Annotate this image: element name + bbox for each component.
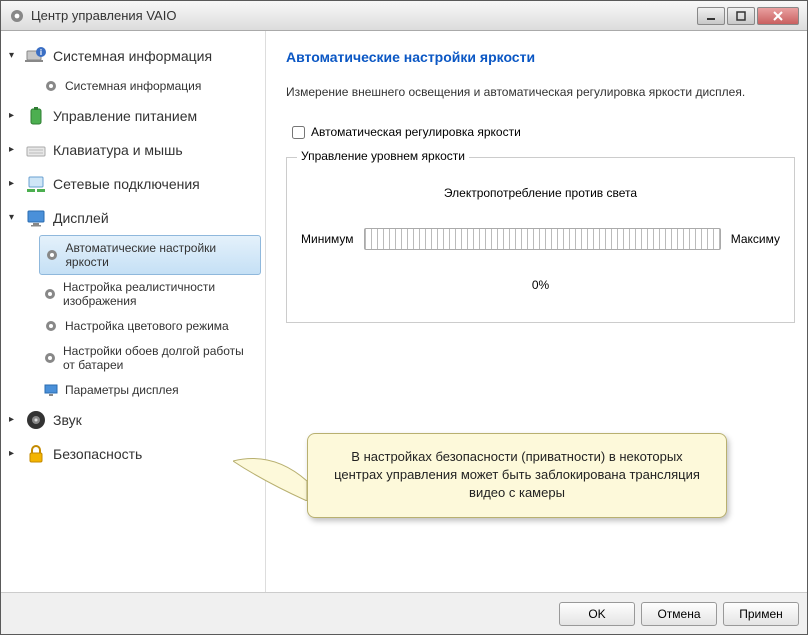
brightness-slider-row: Минимум Максиму [301,228,780,250]
sidebar-subitem-display-params[interactable]: Параметры дисплея [35,377,265,403]
arrow-right-icon: ▸ [9,414,21,426]
sidebar-item-label: Системная информация [65,79,201,93]
sidebar-item-label: Настройка цветового режима [65,319,229,333]
arrow-down-icon: ▾ [9,212,21,224]
slider-max-label: Максиму [731,232,780,246]
minimize-button[interactable] [697,7,725,25]
auto-brightness-checkbox[interactable] [292,126,305,139]
brightness-fieldset: Управление уровнем яркости Электропотреб… [286,157,795,323]
sidebar-item-network[interactable]: ▸ Сетевые подключения [1,167,265,201]
network-icon [25,173,47,195]
gear-icon [43,350,57,366]
speaker-icon [25,409,47,431]
gear-icon [43,318,59,334]
page-heading: Автоматические настройки яркости [286,49,795,65]
dialog-footer: OK Отмена Примен [1,592,807,634]
svg-text:i: i [40,48,42,57]
sidebar-item-label: Звук [53,412,82,428]
apply-button[interactable]: Примен [723,602,799,626]
sidebar-subitem-image-realism[interactable]: Настройка реалистичности изображения [35,275,265,313]
sidebar-subitem-color-mode[interactable]: Настройка цветового режима [35,313,265,339]
arrow-right-icon: ▸ [9,144,21,156]
sidebar-item-label: Управление питанием [53,108,197,124]
sidebar-subitem-wallpaper-battery[interactable]: Настройки обоев долгой работы от батареи [35,339,265,377]
sidebar-subitem-system-info[interactable]: Системная информация [35,73,265,99]
gear-icon [44,247,59,263]
window-title: Центр управления VAIO [31,8,697,23]
window: Центр управления VAIO ▾ i Системная инфо… [0,0,808,635]
laptop-info-icon: i [25,45,47,67]
gear-icon [43,78,59,94]
slider-min-label: Минимум [301,232,354,246]
callout-text: В настройках безопасности (приватности) … [334,449,700,500]
titlebar: Центр управления VAIO [1,1,807,31]
cancel-button[interactable]: Отмена [641,602,717,626]
sidebar-item-label: Автоматические настройки яркости [65,241,256,269]
ok-button[interactable]: OK [559,602,635,626]
sidebar-item-label: Сетевые подключения [53,176,200,192]
lock-icon [25,443,47,465]
sidebar-item-label: Дисплей [53,210,109,226]
keyboard-icon [25,139,47,161]
maximize-button[interactable] [727,7,755,25]
sidebar-item-system-info[interactable]: ▾ i Системная информация [1,39,265,73]
sidebar-item-sound[interactable]: ▸ Звук [1,403,265,437]
sidebar-item-label: Параметры дисплея [65,383,179,397]
auto-brightness-checkbox-row: Автоматическая регулировка яркости [286,125,795,139]
sidebar-subitem-auto-brightness[interactable]: Автоматические настройки яркости [39,235,261,275]
sidebar-item-display[interactable]: ▾ Дисплей [1,201,265,235]
arrow-right-icon: ▸ [9,448,21,460]
fieldset-legend: Управление уровнем яркости [297,149,469,163]
sidebar-item-label: Безопасность [53,446,142,462]
sidebar-item-label: Клавиатура и мышь [53,142,183,158]
monitor-icon [25,207,47,229]
sidebar-item-security[interactable]: ▸ Безопасность [1,437,265,471]
brightness-percent: 0% [301,278,780,292]
gear-icon [43,286,57,302]
sidebar-item-label: Настройки обоев долгой работы от батареи [63,344,257,372]
annotation-callout: В настройках безопасности (приватности) … [307,433,727,518]
app-icon [9,8,25,24]
sidebar-item-label: Системная информация [53,48,212,64]
close-button[interactable] [757,7,799,25]
auto-brightness-label: Автоматическая регулировка яркости [311,125,521,139]
monitor-small-icon [43,382,59,398]
arrow-right-icon: ▸ [9,110,21,122]
tradeoff-label: Электропотребление против света [301,186,780,200]
sidebar-item-label: Настройка реалистичности изображения [63,280,257,308]
arrow-right-icon: ▸ [9,178,21,190]
sidebar-item-power[interactable]: ▸ Управление питанием [1,99,265,133]
window-controls [697,7,799,25]
brightness-slider[interactable] [364,228,721,250]
battery-icon [25,105,47,127]
sidebar-item-keyboard-mouse[interactable]: ▸ Клавиатура и мышь [1,133,265,167]
page-description: Измерение внешнего освещения и автоматич… [286,85,795,99]
sidebar: ▾ i Системная информация Системная инфор… [1,31,266,592]
arrow-down-icon: ▾ [9,50,21,62]
